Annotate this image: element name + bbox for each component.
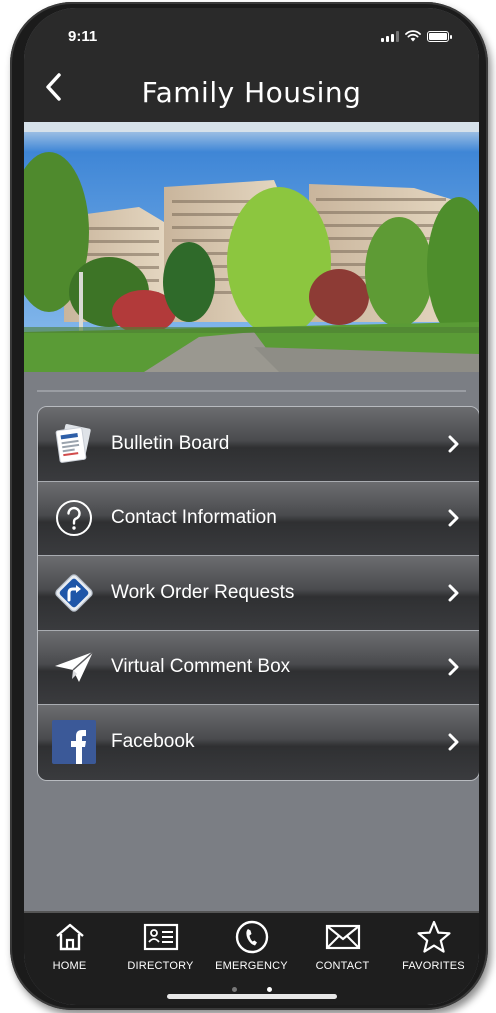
menu-item-contact-information[interactable]: Contact Information: [38, 481, 479, 556]
menu-item-work-order-requests[interactable]: Work Order Requests: [38, 556, 479, 631]
tab-label: FAVORITES: [402, 960, 465, 972]
status-bar: 9:11: [24, 8, 479, 56]
section-divider: [37, 390, 466, 392]
directions-sign-icon: [51, 570, 97, 616]
chevron-right-icon: [443, 583, 463, 603]
tab-bar: HOME DIRECTORY EMERGENCY CONTACT FAVORIT…: [24, 911, 479, 1005]
tab-home[interactable]: HOME: [26, 919, 114, 972]
tab-label: EMERGENCY: [215, 960, 288, 972]
question-circle-icon: [51, 495, 97, 541]
directory-card-icon: [142, 919, 180, 955]
menu-item-facebook[interactable]: Facebook: [38, 705, 479, 780]
tab-contact[interactable]: CONTACT: [299, 919, 387, 972]
tab-favorites[interactable]: FAVORITES: [390, 919, 478, 972]
navigation-bar: Family Housing: [24, 56, 479, 122]
chevron-right-icon: [443, 732, 463, 752]
home-indicator[interactable]: [166, 994, 337, 999]
tab-label: DIRECTORY: [127, 960, 194, 972]
tab-label: HOME: [52, 960, 87, 972]
chevron-right-icon: [443, 657, 463, 677]
wifi-icon: [405, 30, 421, 42]
hero-photo-housing-buildings: [24, 122, 479, 372]
menu-item-label: Work Order Requests: [111, 581, 295, 603]
menu-item-virtual-comment-box[interactable]: Virtual Comment Box: [38, 630, 479, 705]
battery-icon: [427, 30, 452, 42]
tab-directory[interactable]: DIRECTORY: [117, 919, 205, 972]
chevron-right-icon: [443, 434, 463, 454]
paper-plane-icon: [51, 644, 97, 690]
page-title: Family Housing: [141, 76, 362, 109]
screen: 9:11 Family Housing Bulletin Board Conta…: [24, 8, 479, 1005]
star-icon: [415, 919, 453, 955]
status-icons: [381, 30, 452, 42]
status-time: 9:11: [68, 28, 98, 45]
tab-emergency[interactable]: EMERGENCY: [208, 919, 296, 972]
facebook-icon: [51, 719, 97, 765]
home-icon: [51, 919, 89, 955]
page-indicator: [24, 987, 479, 992]
menu-item-label: Virtual Comment Box: [111, 656, 291, 678]
phone-circle-icon: [233, 919, 271, 955]
menu-item-bulletin-board[interactable]: Bulletin Board: [38, 407, 479, 482]
tab-label: CONTACT: [315, 960, 370, 972]
page-dot-active[interactable]: [266, 987, 272, 992]
bulletin-board-icon: [51, 421, 97, 467]
menu-item-label: Contact Information: [111, 507, 277, 529]
cellular-signal-icon: [381, 30, 399, 42]
menu-item-label: Bulletin Board: [111, 432, 230, 454]
envelope-icon: [324, 919, 362, 955]
menu-item-label: Facebook: [111, 731, 195, 753]
page-dot[interactable]: [231, 987, 237, 992]
chevron-right-icon: [443, 508, 463, 528]
phone-frame: 9:11 Family Housing Bulletin Board Conta…: [10, 2, 488, 1010]
menu-list: Bulletin Board Contact Information Work …: [37, 406, 479, 781]
